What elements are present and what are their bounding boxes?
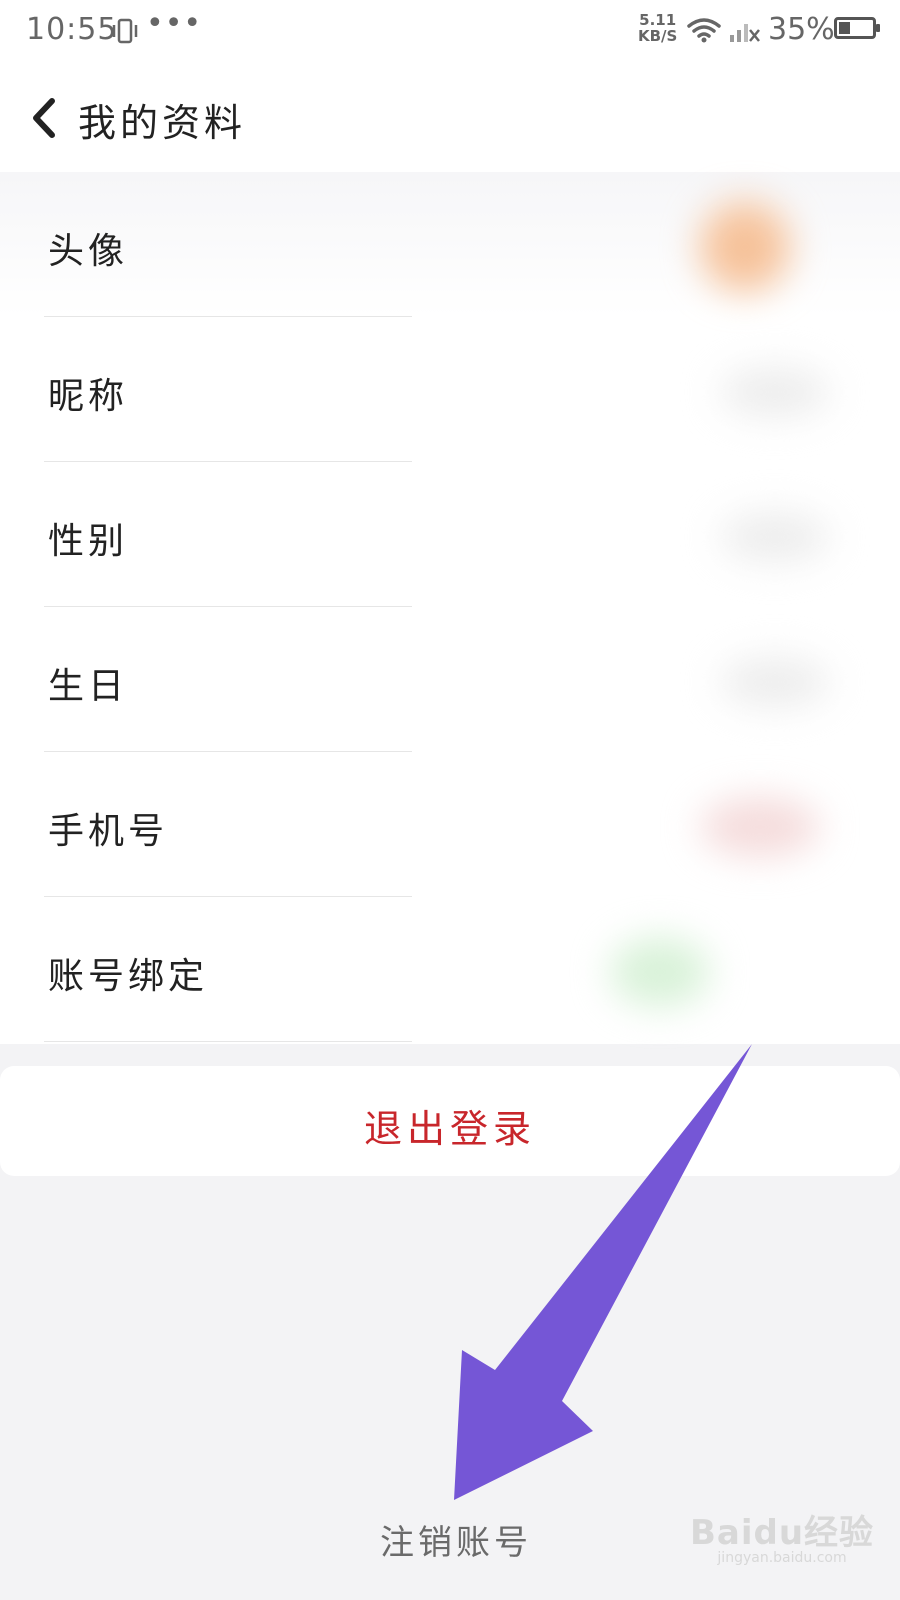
status-bar: 10:55 ••• 5.11 KB/S 35% [0,0,900,62]
network-speed-value: 5.11 [639,11,677,29]
list-item-label: 头像 [48,231,129,272]
divider [44,1041,412,1042]
watermark-brand: Baidu经验 [690,1513,875,1553]
nickname-value [720,367,830,417]
account-binding-value [610,937,710,1007]
network-speed-unit: KB/S [638,27,678,45]
battery-icon [834,17,880,39]
page-title: 我的资料 [78,101,247,145]
list-item-gender[interactable]: 性别 [0,462,900,607]
list-item-account-binding[interactable]: 账号绑定 [0,897,900,1042]
battery-level-fill [839,22,850,34]
watermark: Baidu经验 jingyan.baidu.com [690,1505,874,1566]
list-item-label: 手机号 [48,811,169,852]
list-item-label: 昵称 [48,376,129,417]
avatar [700,202,790,292]
page-header: 我的资料 [0,62,900,172]
signal-icon [728,18,762,48]
cancel-account-button[interactable]: 注销账号 [380,1515,532,1564]
more-notifications-icon: ••• [146,6,203,41]
list-item-label: 账号绑定 [48,956,209,997]
battery-percent: 35% [768,12,835,47]
logout-button[interactable]: 退出登录 [0,1066,900,1176]
logout-label: 退出登录 [363,1107,536,1151]
gender-value [720,512,830,562]
birthday-value [720,657,830,707]
network-speed: 5.11 KB/S [638,12,677,44]
list-item-label: 生日 [48,666,129,707]
list-item-nickname[interactable]: 昵称 [0,317,900,462]
watermark-url: jingyan.baidu.com [717,1550,847,1566]
list-item-phone[interactable]: 手机号 [0,752,900,897]
back-arrow-icon[interactable] [30,98,58,142]
phone-value [700,797,820,857]
list-item-birthday[interactable]: 生日 [0,607,900,752]
list-item-avatar[interactable]: 头像 [0,172,900,317]
wifi-icon [686,16,722,48]
vibrate-icon [110,18,140,48]
status-time: 10:55 [26,12,118,47]
list-item-label: 性别 [48,521,129,562]
profile-list: 头像 昵称 性别 生日 手机号 账号绑定 [0,172,900,1044]
